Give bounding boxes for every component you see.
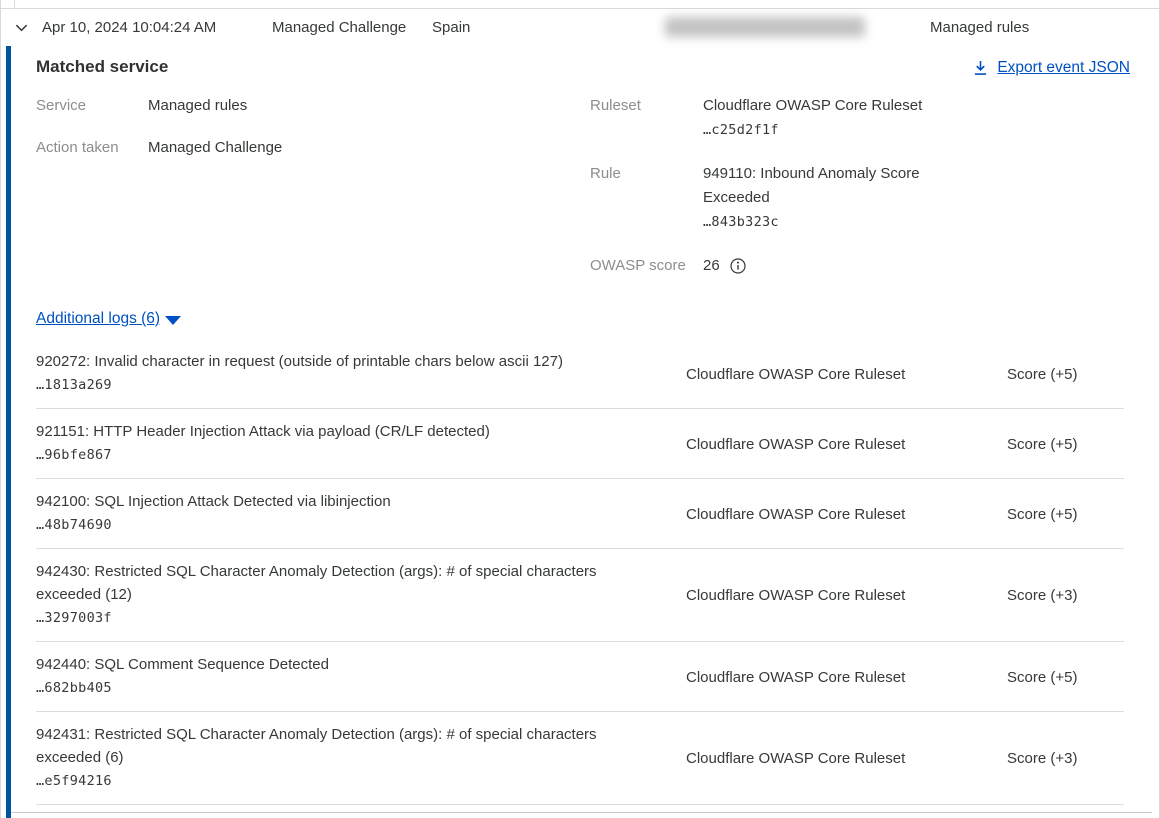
field-owasp-score-value: 26 bbox=[703, 254, 720, 278]
log-ruleset: Cloudflare OWASP Core Ruleset bbox=[636, 436, 956, 453]
event-timestamp: Apr 10, 2024 10:04:24 AM bbox=[42, 8, 216, 46]
field-action-taken: Action taken Managed Challenge bbox=[36, 137, 282, 159]
field-rule-hash: …843b323c bbox=[703, 214, 779, 230]
log-ruleset: Cloudflare OWASP Core Ruleset bbox=[636, 750, 956, 767]
log-ruleset: Cloudflare OWASP Core Ruleset bbox=[636, 506, 956, 523]
redacted-value-blur bbox=[665, 17, 865, 37]
log-rule-description: 942100: SQL Injection Attack Detected vi… bbox=[36, 490, 636, 513]
event-service: Managed rules bbox=[930, 8, 1029, 46]
panel-title: Matched service bbox=[36, 57, 168, 77]
log-rule-description: 942431: Restricted SQL Character Anomaly… bbox=[36, 723, 636, 769]
log-rule-hash: …682bb405 bbox=[36, 676, 636, 701]
log-row: 942431: Restricted SQL Character Anomaly… bbox=[36, 712, 1124, 805]
log-ruleset: Cloudflare OWASP Core Ruleset bbox=[636, 587, 956, 604]
field-owasp-score-label: OWASP score bbox=[590, 254, 703, 278]
log-row: 942430: Restricted SQL Character Anomaly… bbox=[36, 549, 1124, 642]
log-rule-hash: …3297003f bbox=[36, 606, 636, 631]
expanded-row-accent-bar bbox=[6, 46, 11, 818]
field-ruleset-hash: …c25d2f1f bbox=[703, 122, 779, 138]
field-rule-label: Rule bbox=[590, 162, 703, 234]
log-score: Score (+3) bbox=[956, 750, 1124, 767]
log-row: 920272: Invalid character in request (ou… bbox=[36, 339, 1124, 409]
additional-logs-table: 920272: Invalid character in request (ou… bbox=[36, 339, 1124, 805]
log-row: 921151: HTTP Header Injection Attack via… bbox=[36, 409, 1124, 479]
event-country: Spain bbox=[432, 8, 470, 46]
log-score: Score (+5) bbox=[956, 436, 1124, 453]
field-ruleset: Ruleset Cloudflare OWASP Core Ruleset …c… bbox=[590, 94, 943, 142]
log-rule-description: 921151: HTTP Header Injection Attack via… bbox=[36, 420, 636, 443]
log-row: 942100: SQL Injection Attack Detected vi… bbox=[36, 479, 1124, 549]
field-service-label: Service bbox=[36, 95, 148, 117]
field-owasp-score: OWASP score 26 bbox=[590, 254, 943, 278]
field-rule: Rule 949110: Inbound Anomaly Score Excee… bbox=[590, 162, 943, 234]
table-column-divider bbox=[14, 0, 15, 8]
log-score: Score (+3) bbox=[956, 587, 1124, 604]
field-action-taken-label: Action taken bbox=[36, 137, 148, 159]
info-icon[interactable] bbox=[730, 258, 746, 274]
event-summary-row[interactable]: Apr 10, 2024 10:04:24 AM Managed Challen… bbox=[0, 8, 1160, 46]
chevron-down-icon[interactable] bbox=[14, 8, 29, 46]
log-row: 942440: SQL Comment Sequence Detected …6… bbox=[36, 642, 1124, 712]
log-rule-description: 920272: Invalid character in request (ou… bbox=[36, 350, 636, 373]
log-rule-description: 942430: Restricted SQL Character Anomaly… bbox=[36, 560, 636, 606]
field-service-value: Managed rules bbox=[148, 95, 247, 117]
field-action-taken-value: Managed Challenge bbox=[148, 137, 282, 159]
log-ruleset: Cloudflare OWASP Core Ruleset bbox=[636, 366, 956, 383]
log-score: Score (+5) bbox=[956, 506, 1124, 523]
panel-bottom-border bbox=[11, 812, 1152, 813]
caret-down-icon bbox=[165, 316, 181, 325]
event-action: Managed Challenge bbox=[272, 8, 406, 46]
log-rule-hash: …48b74690 bbox=[36, 513, 636, 538]
field-ruleset-value: Cloudflare OWASP Core Ruleset bbox=[703, 97, 922, 114]
download-icon bbox=[973, 60, 988, 76]
log-score: Score (+5) bbox=[956, 669, 1124, 686]
log-rule-hash: …e5f94216 bbox=[36, 769, 636, 794]
log-rule-hash: …96bfe867 bbox=[36, 443, 636, 468]
log-rule-description: 942440: SQL Comment Sequence Detected bbox=[36, 653, 636, 676]
additional-logs-toggle[interactable]: Additional logs (6) bbox=[36, 310, 181, 328]
field-service: Service Managed rules bbox=[36, 95, 247, 117]
log-rule-hash: …1813a269 bbox=[36, 373, 636, 398]
export-event-json-button[interactable]: Export event JSON bbox=[973, 59, 1130, 77]
field-ruleset-label: Ruleset bbox=[590, 94, 703, 142]
export-event-json-label: Export event JSON bbox=[997, 59, 1130, 77]
additional-logs-label: Additional logs (6) bbox=[36, 310, 160, 328]
log-ruleset: Cloudflare OWASP Core Ruleset bbox=[636, 669, 956, 686]
log-score: Score (+5) bbox=[956, 366, 1124, 383]
field-rule-value: 949110: Inbound Anomaly Score Exceeded bbox=[703, 165, 920, 206]
